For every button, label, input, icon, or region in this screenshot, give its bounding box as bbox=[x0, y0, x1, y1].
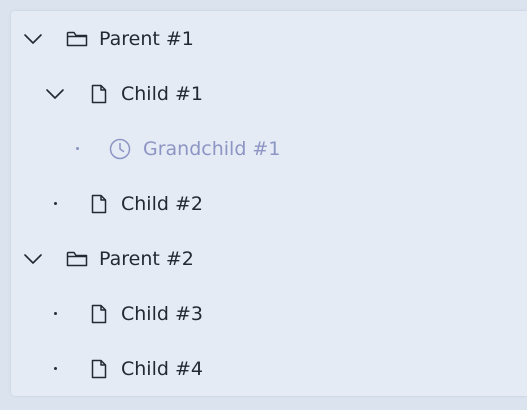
tree-node-label: Child #3 bbox=[121, 302, 203, 325]
tree-node-parent-1[interactable]: Parent #1 bbox=[11, 11, 527, 66]
tree-node-child-3[interactable]: Child #3 bbox=[11, 286, 527, 341]
tree-node-label: Parent #2 bbox=[99, 247, 194, 270]
tree-node-child-1[interactable]: Child #1 bbox=[11, 66, 527, 121]
tree-node-child-4[interactable]: Child #4 bbox=[11, 341, 527, 396]
file-icon bbox=[87, 192, 111, 216]
tree-node-label: Grandchild #1 bbox=[143, 137, 281, 160]
bullet-icon bbox=[49, 198, 61, 210]
folder-icon bbox=[65, 247, 89, 271]
file-icon bbox=[87, 82, 111, 106]
tree-node-label: Parent #1 bbox=[99, 27, 194, 50]
clock-icon bbox=[108, 137, 132, 161]
chevron-down-icon[interactable] bbox=[22, 248, 44, 270]
tree-node-label: Child #1 bbox=[121, 82, 203, 105]
file-icon bbox=[87, 302, 111, 326]
tree-panel: Parent #1 Child #1 Grandchild #1 Child #… bbox=[11, 11, 527, 396]
chevron-down-icon[interactable] bbox=[22, 28, 44, 50]
chevron-down-icon[interactable] bbox=[44, 83, 66, 105]
tree-node-grandchild-1: Grandchild #1 bbox=[11, 121, 527, 176]
tree-node-label: Child #2 bbox=[121, 192, 203, 215]
file-icon bbox=[87, 357, 111, 381]
bullet-icon bbox=[49, 308, 61, 320]
tree-node-child-2[interactable]: Child #2 bbox=[11, 176, 527, 231]
folder-icon bbox=[65, 27, 89, 51]
bullet-icon bbox=[71, 143, 83, 155]
bullet-icon bbox=[49, 363, 61, 375]
tree-node-parent-2[interactable]: Parent #2 bbox=[11, 231, 527, 286]
tree-node-label: Child #4 bbox=[121, 357, 203, 380]
